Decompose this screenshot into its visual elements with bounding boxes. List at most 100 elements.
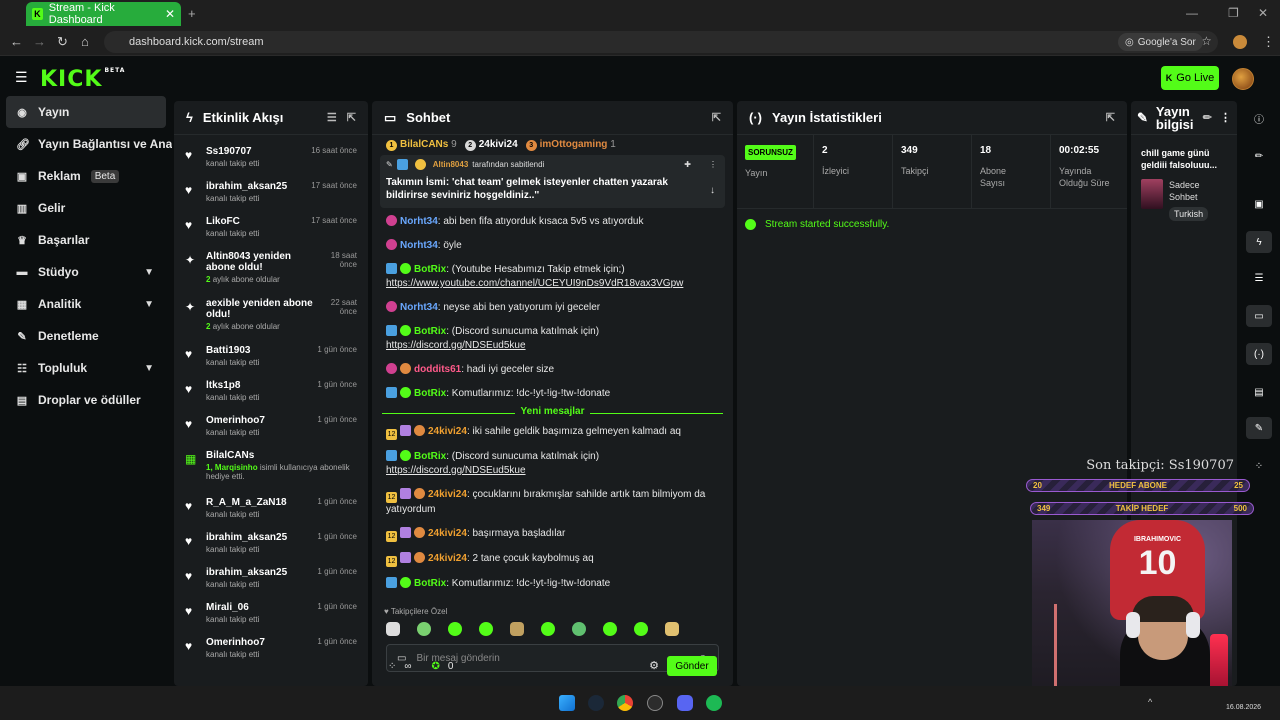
windows-start-icon[interactable] <box>559 695 575 711</box>
slow-mode-icon[interactable]: ⁘ <box>388 661 396 672</box>
close-window-icon[interactable]: ✕ <box>1258 6 1268 20</box>
new-tab-icon[interactable]: + <box>188 6 196 21</box>
chat-username[interactable]: doddits61 <box>414 364 461 375</box>
emote-icon[interactable] <box>603 622 617 636</box>
reload-icon[interactable]: ↻ <box>57 34 68 50</box>
list-item: ✦ aexible yeniden abone oldu! 2 aylık abon… <box>174 297 368 344</box>
chat-username[interactable]: 24kivi24 <box>428 426 467 437</box>
tray-chevron-icon[interactable]: ^ <box>1148 697 1152 707</box>
chat-icon[interactable]: ▭ <box>1246 305 1272 327</box>
popout-icon[interactable]: ⇱ <box>712 111 721 124</box>
language-tag[interactable]: Turkish <box>1169 207 1209 221</box>
list-icon[interactable]: ☰ <box>1246 267 1272 289</box>
activity-bolt-icon[interactable]: ϟ <box>1246 231 1272 253</box>
sidebar-item-denetleme[interactable]: ✎ Denetleme <box>0 320 172 352</box>
edit-pencil-icon[interactable]: ✏ <box>1203 111 1212 124</box>
layout-icon[interactable]: ▤ <box>1246 381 1272 403</box>
chat-link[interactable]: https://www.youtube.com/channel/UCEYUI9n… <box>386 278 683 289</box>
emote-icon[interactable] <box>448 622 462 636</box>
chat-username[interactable]: Norht34 <box>400 302 438 313</box>
wrench-icon[interactable]: ✎ <box>1246 417 1272 439</box>
obs-icon[interactable] <box>647 695 663 711</box>
forward-icon[interactable]: → <box>33 34 46 49</box>
expand-chevron-icon[interactable]: ↓ <box>710 185 715 196</box>
emote-icon[interactable] <box>417 622 431 636</box>
gifter-item[interactable]: 3 imOttogaming 1 <box>525 139 616 151</box>
emote-icon[interactable] <box>572 622 586 636</box>
chat-username[interactable]: 24kivi24 <box>428 553 467 564</box>
profile-avatar[interactable] <box>1233 35 1247 49</box>
gifter-item[interactable]: 1 BilalCANs 9 <box>386 139 457 151</box>
chat-message: Norht34: öyle <box>372 237 733 255</box>
kick-logo[interactable]: KICK BETA <box>40 67 125 92</box>
minimize-icon[interactable]: — <box>1186 6 1198 20</box>
spotify-icon[interactable] <box>706 695 722 711</box>
go-live-button[interactable]: K Go Live <box>1161 66 1219 90</box>
sidebar-item-studyo[interactable]: ▬ Stüdyo ▼ <box>0 256 172 288</box>
sidebar-item-yayin[interactable]: ◉ Yayın <box>6 96 166 128</box>
chat-username[interactable]: Norht34 <box>400 240 438 251</box>
chat-username[interactable]: 24kivi24 <box>428 528 467 539</box>
points-icon[interactable]: ✪ <box>432 661 440 672</box>
sidebar-item-droplar[interactable]: ▤ Droplar ve ödüller <box>0 384 172 416</box>
emote-icon[interactable] <box>510 622 524 636</box>
emote-icon[interactable] <box>479 622 493 636</box>
chat-username[interactable]: Norht34 <box>400 216 438 227</box>
chat-message: 12 24kivi24: 2 tane çocuk kaybolmuş aq <box>386 552 594 567</box>
settings-gear-icon[interactable]: ⚙ <box>649 659 659 672</box>
sidebar-item-stream-key[interactable]: 🔗︎ Yayın Bağlantısı ve Anahtarı <box>0 128 172 160</box>
chat-link[interactable]: https://discord.gg/NDSEud5kue <box>386 340 526 351</box>
more-options-icon[interactable]: ⋮ <box>1220 111 1231 124</box>
sidebar-item-basarilar[interactable]: ♛ Başarılar <box>0 224 172 256</box>
filter-icon[interactable]: ☰ <box>327 111 337 124</box>
stat-label: Yayın <box>745 168 768 178</box>
chat-text: Komutlarımız: !dc-!yt-!ig-!tw-!donate <box>451 388 611 399</box>
emote-section-label: Takipçilere Özel <box>390 607 448 616</box>
sidebar-item-reklam[interactable]: ▣ Reklam Beta <box>0 160 172 192</box>
popout-icon[interactable]: ⇱ <box>1106 111 1115 124</box>
maximize-icon[interactable]: ❐ <box>1228 6 1239 20</box>
info-icon[interactable]: ⓘ <box>1246 107 1272 129</box>
chat-username[interactable]: BotRix <box>414 388 446 399</box>
edit-pencil-icon[interactable]: ✏ <box>1246 145 1272 167</box>
gifter-item[interactable]: 2 24kivi24 <box>464 139 518 151</box>
send-button[interactable]: Gönder <box>667 656 717 676</box>
discord-icon[interactable] <box>677 695 693 711</box>
chat-username[interactable]: 24kivi24 <box>428 489 467 500</box>
hamburger-menu-icon[interactable]: ☰ <box>15 69 28 86</box>
chat-username[interactable]: BotRix <box>414 264 446 275</box>
close-tab-icon[interactable]: ✕ <box>165 7 175 21</box>
more-options-icon[interactable]: ⋮ <box>709 160 717 169</box>
emote-icon[interactable] <box>634 622 648 636</box>
menu-icon[interactable]: ⋮ <box>1262 34 1275 50</box>
unpin-icon[interactable]: ✚ <box>684 160 691 169</box>
sidebar-item-analitik[interactable]: ▦ Analitik ▼ <box>0 288 172 320</box>
headphone-right <box>1186 612 1200 638</box>
emote-icon[interactable] <box>541 622 555 636</box>
chrome-icon[interactable] <box>617 695 633 711</box>
steam-icon[interactable] <box>588 695 604 711</box>
chat-username[interactable]: BotRix <box>414 578 446 589</box>
chat-username[interactable]: BotRix <box>414 451 446 462</box>
popout-icon[interactable]: ⇱ <box>347 111 356 124</box>
category-name[interactable]: Sadece Sohbet <box>1169 179 1209 203</box>
address-bar[interactable]: dashboard.kick.com/stream <box>104 31 1218 53</box>
emote-icon[interactable] <box>386 622 400 636</box>
sidebar-item-gelir[interactable]: ▥ Gelir <box>0 192 172 224</box>
activity-time: 18 saat önce <box>330 251 357 269</box>
browser-tab[interactable]: K Stream - Kick Dashboard ✕ <box>26 2 181 26</box>
chat-username[interactable]: BotRix <box>414 326 446 337</box>
sidebar-item-topluluk[interactable]: ☷ Topluluk ▼ <box>0 352 172 384</box>
user-badge-icon <box>386 215 397 226</box>
home-icon[interactable]: ⌂ <box>81 34 89 49</box>
broadcast-icon[interactable]: (·) <box>1246 343 1272 365</box>
stats-icon[interactable]: ▣ <box>1246 193 1272 215</box>
emote-icon[interactable] <box>665 622 679 636</box>
category-thumbnail[interactable] <box>1141 179 1163 209</box>
back-icon[interactable]: ← <box>10 34 23 49</box>
google-ask-button[interactable]: ◎ Google'a Sor <box>1118 33 1203 51</box>
chat-link[interactable]: https://discord.gg/NDSEud5kue <box>386 465 526 476</box>
user-avatar[interactable] <box>1232 68 1254 90</box>
chat-message: 12 24kivi24: başırmaya başladılar <box>386 527 566 542</box>
chat-message: Norht34: neyse abi ben yatıyorum iyi gec… <box>372 299 733 317</box>
